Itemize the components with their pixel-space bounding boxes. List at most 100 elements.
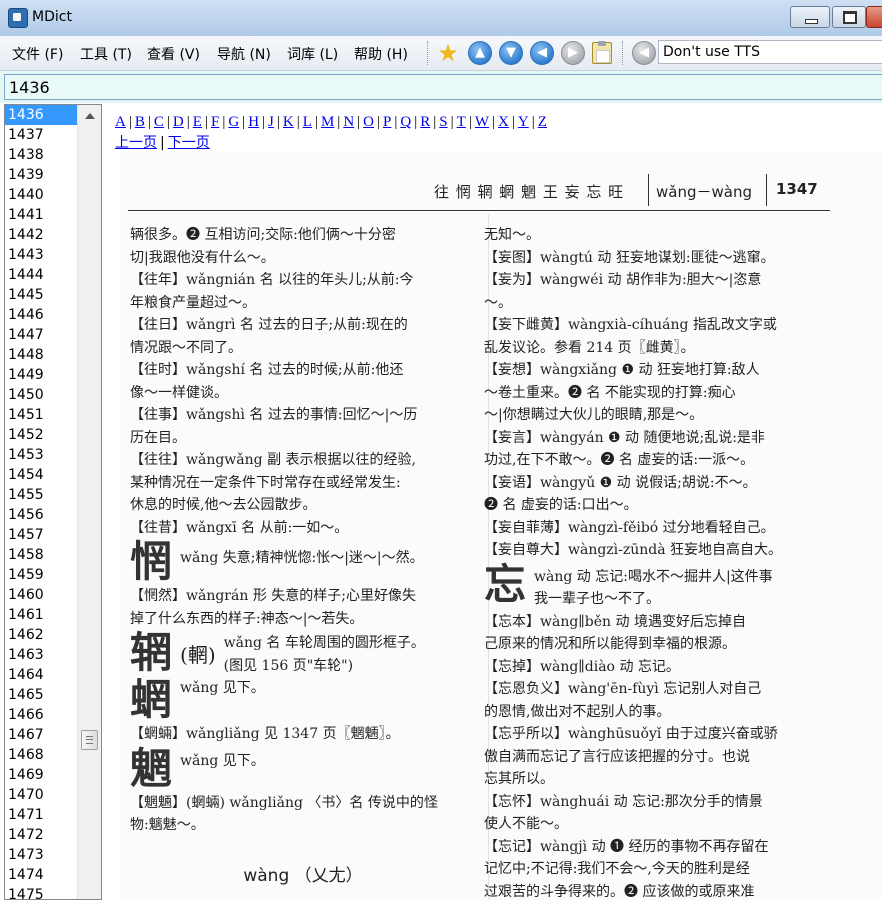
index-link-w[interactable]: W <box>475 114 489 130</box>
index-link-l[interactable]: L <box>303 114 312 130</box>
word-list-item[interactable]: 1457 <box>5 525 77 545</box>
word-list-item[interactable]: 1446 <box>5 305 77 325</box>
word-list-item[interactable]: 1452 <box>5 425 77 445</box>
word-list-item[interactable]: 1440 <box>5 185 77 205</box>
word-list-item[interactable]: 1438 <box>5 145 77 165</box>
word-list-item[interactable]: 1475 <box>5 885 77 899</box>
word-list-item[interactable]: 1447 <box>5 325 77 345</box>
index-link-x[interactable]: X <box>498 114 509 130</box>
index-link-d[interactable]: D <box>173 114 184 130</box>
search-row: 1436 <box>0 71 882 103</box>
word-list[interactable]: 1436 1437 1438 1439 1440 1441 1442 1443 1444 1445… <box>4 104 102 900</box>
index-link-c[interactable]: C <box>154 114 164 130</box>
word-list-item[interactable]: 1453 <box>5 445 77 465</box>
word-list-item[interactable]: 1461 <box>5 605 77 625</box>
entry-line: 【忘本】wàng∥běn 动 境遇变好后忘掉自 <box>484 613 746 630</box>
word-list-item[interactable]: 1466 <box>5 705 77 725</box>
index-link-y[interactable]: Y <box>518 114 529 130</box>
entry-line: wǎng 见下。 <box>180 680 265 696</box>
word-list-item[interactable]: 1448 <box>5 345 77 365</box>
word-list-item[interactable]: 1443 <box>5 245 77 265</box>
word-list-item[interactable]: 1473 <box>5 845 77 865</box>
word-list-item[interactable]: 1442 <box>5 225 77 245</box>
word-list-item[interactable]: 1458 <box>5 545 77 565</box>
entry-line: 我一辈子也～不了。 <box>534 591 661 607</box>
prev-page-link[interactable]: 上一页 <box>115 135 157 151</box>
entry-line: 【妄语】wàngyǔ ❶ 动 说假话;胡说:不～。 <box>484 474 757 491</box>
word-list-item[interactable]: 1455 <box>5 485 77 505</box>
index-link-z[interactable]: Z <box>538 114 547 130</box>
word-list-item[interactable]: 1437 <box>5 125 77 145</box>
word-list-scrollbar[interactable] <box>77 105 101 899</box>
forward-icon[interactable]: ▶ <box>561 41 585 65</box>
word-list-item[interactable]: 1454 <box>5 465 77 485</box>
index-link-m[interactable]: M <box>321 114 334 130</box>
entry-line: 【忘怀】wànghuái 动 忘记:那次分手的情景 <box>484 793 763 810</box>
word-list-item[interactable]: 1472 <box>5 825 77 845</box>
index-link-f[interactable]: F <box>211 114 219 130</box>
word-list-item[interactable]: 1456 <box>5 505 77 525</box>
page-number: 1347 <box>776 180 818 198</box>
word-list-item[interactable]: 1462 <box>5 625 77 645</box>
index-link-p[interactable]: P <box>383 114 391 130</box>
word-list-item[interactable]: 1445 <box>5 285 77 305</box>
next-page-link[interactable]: 下一页 <box>168 135 210 151</box>
index-link-t[interactable]: T <box>457 114 466 130</box>
speaker-icon[interactable]: ◀ <box>632 41 656 65</box>
index-link-n[interactable]: N <box>343 114 354 130</box>
index-link-b[interactable]: B <box>135 114 145 130</box>
word-list-item[interactable]: 1441 <box>5 205 77 225</box>
index-link-q[interactable]: Q <box>400 114 411 130</box>
entry-line: 【忘恩负义】wàng'ēn-fùyì 忘记别人对自己 <box>484 681 762 697</box>
close-button[interactable] <box>866 6 882 28</box>
word-list-item[interactable]: 1471 <box>5 805 77 825</box>
word-list-item[interactable]: 1467 <box>5 725 77 745</box>
word-list-item[interactable]: 1444 <box>5 265 77 285</box>
index-link-s[interactable]: S <box>439 114 447 130</box>
down-icon[interactable]: ▼ <box>499 41 523 65</box>
back-icon[interactable]: ◀ <box>530 41 554 65</box>
word-list-item[interactable]: 1474 <box>5 865 77 885</box>
word-list-item[interactable]: 1450 <box>5 385 77 405</box>
word-list-item[interactable]: 1439 <box>5 165 77 185</box>
entry-line: 【惘然】wǎngrán 形 失意的样子;心里好像失 <box>130 588 416 604</box>
index-link-r[interactable]: R <box>420 114 430 130</box>
menu-navigate[interactable]: 导航 (N) <box>217 44 271 64</box>
headword: 辋 <box>130 628 173 677</box>
scroll-thumb[interactable] <box>81 730 98 750</box>
index-link-h[interactable]: H <box>248 114 259 130</box>
word-list-item[interactable]: 1459 <box>5 565 77 585</box>
entry-line: 【往日】wǎngrì 名 过去的日子;从前:现在的 <box>130 317 408 333</box>
word-list-item[interactable]: 1470 <box>5 785 77 805</box>
index-link-e[interactable]: E <box>193 114 202 130</box>
word-list-item[interactable]: 1463 <box>5 645 77 665</box>
word-list-item[interactable]: 1436 <box>5 105 77 125</box>
menu-view[interactable]: 查看 (V) <box>147 44 200 64</box>
search-input[interactable]: 1436 <box>4 74 882 100</box>
maximize-button[interactable] <box>832 6 866 28</box>
word-list-item[interactable]: 1449 <box>5 365 77 385</box>
index-link-j[interactable]: J <box>268 114 274 130</box>
index-link-g[interactable]: G <box>228 114 239 130</box>
menu-tools[interactable]: 工具 (T) <box>80 44 132 64</box>
word-list-item[interactable]: 1460 <box>5 585 77 605</box>
index-link-a[interactable]: A <box>115 114 126 130</box>
menu-file[interactable]: 文件 (F) <box>12 44 63 64</box>
word-list-item[interactable]: 1469 <box>5 765 77 785</box>
section-heading: wàng （乂尢） <box>243 865 363 886</box>
up-icon[interactable]: ▲ <box>468 41 492 65</box>
index-link-o[interactable]: O <box>363 114 374 130</box>
scroll-up-arrow-icon[interactable] <box>85 113 95 119</box>
minimize-button[interactable] <box>790 6 830 28</box>
word-list-item[interactable]: 1464 <box>5 665 77 685</box>
word-list-item[interactable]: 1451 <box>5 405 77 425</box>
index-link-k[interactable]: K <box>283 114 294 130</box>
star-icon[interactable]: ★ <box>436 41 460 65</box>
tts-dropdown[interactable]: Don't use TTS <box>658 40 882 64</box>
menu-library[interactable]: 词库 (L) <box>287 44 338 64</box>
headword-block: 魍 wǎng 见下。 <box>130 745 476 792</box>
menu-help[interactable]: 帮助 (H) <box>354 44 408 64</box>
clipboard-icon[interactable] <box>592 41 612 64</box>
word-list-item[interactable]: 1465 <box>5 685 77 705</box>
word-list-item[interactable]: 1468 <box>5 745 77 765</box>
